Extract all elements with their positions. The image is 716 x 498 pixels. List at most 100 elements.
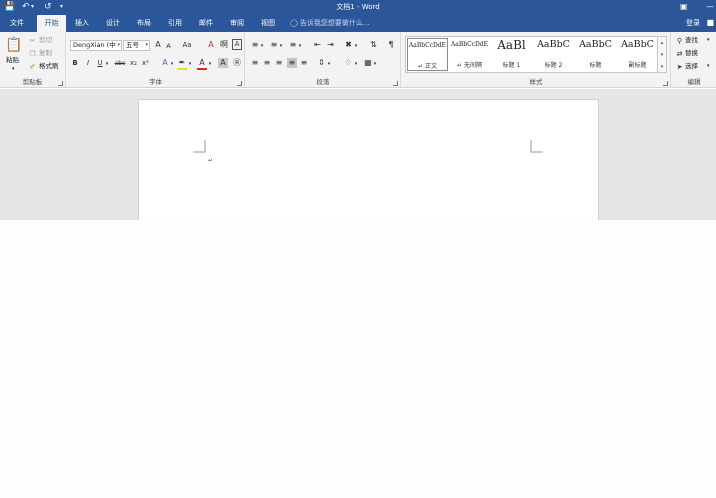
chevron-down-icon[interactable]: ▾ [208,59,212,69]
style-title[interactable]: AaBbC 标题 [575,38,616,71]
font-group-label: 字体 [149,78,162,86]
dialog-launcher-icon[interactable] [393,81,398,86]
change-case-icon[interactable]: Aa [180,40,194,50]
align-left-icon[interactable]: ≡ [250,58,260,68]
chevron-down-icon[interactable]: ▾ [170,59,174,69]
chevron-down-icon[interactable]: ▾ [105,59,109,69]
text-effects-icon[interactable]: A [160,58,170,68]
justify-icon[interactable]: ≡ [287,58,297,68]
chevron-down-icon[interactable]: ▾ [298,41,302,51]
format-painter-label: 格式刷 [39,62,59,70]
style-heading-2[interactable]: AaBbC 标题 2 [533,38,574,71]
blank-area [0,220,716,498]
chevron-down-icon: ▾ [707,63,710,69]
chevron-down-icon[interactable]: ▾ [354,59,358,69]
paste-button[interactable]: 📋 粘贴 ▾ [3,35,25,75]
increase-indent-icon[interactable]: ⇥ [325,40,336,50]
line-spacing-icon[interactable]: ⇕ [316,58,327,68]
tab-view[interactable]: 视图 [256,15,280,32]
highlighter-icon[interactable]: ✒ [177,58,187,70]
style-name: ↵ 无间隔 [457,62,482,69]
align-center-icon[interactable]: ≡ [262,58,272,68]
sort-icon[interactable]: ⇅ [368,40,379,50]
tell-me-text: 告诉我您想要做什么... [299,19,370,27]
chevron-down-icon[interactable]: ▾ [354,41,358,51]
editing-group-label: 编辑 [687,78,701,86]
italic-button[interactable]: I [84,58,92,68]
bold-button[interactable]: B [71,58,79,68]
tab-home[interactable]: 开始 [37,15,66,32]
show-hide-marks-icon[interactable]: ¶ [386,40,396,50]
tab-file[interactable]: 文件 [4,15,30,32]
shading-icon[interactable]: ♢ [343,58,354,68]
minimize-icon[interactable]: — [706,1,714,13]
document-page[interactable]: ↵ [138,99,599,220]
margin-corner-top-left [193,140,206,153]
copy-button[interactable]: ❐ 复制 [28,49,64,59]
replace-icon: ⇄ [676,50,683,58]
chevron-down-icon[interactable]: ▾ [279,41,283,51]
grow-font-icon[interactable]: A [153,40,163,50]
style-heading-1[interactable]: AaBl 标题 1 [491,38,532,71]
share-icon[interactable]: ■ [706,18,714,28]
style-no-spacing[interactable]: AaBbCcDdE ↵ 无间隔 [449,38,490,71]
phonetic-guide-icon[interactable]: 啊 [219,40,229,50]
paragraph-group: ≡ ▾ ≡ ▾ ≡ ▾ ⇤ ⇥ ✖ ▾ ⇅ ¶ ≡ ≡ ≡ ≡ ≡ ⇕ ▾ ♢ … [246,32,401,88]
editing-group: ⚲ 查找 ▾ ⇄ 替换 ➤ 选择 ▾ 编辑 [672,32,716,88]
decrease-indent-icon[interactable]: ⇤ [312,40,323,50]
select-button[interactable]: ➤ 选择 ▾ [675,62,715,72]
tab-review[interactable]: 审阅 [225,15,249,32]
replace-button[interactable]: ⇄ 替换 [675,49,715,59]
enclose-character-icon[interactable]: Ⓡ [232,58,242,68]
sign-in-link[interactable]: 登录 [686,15,700,32]
cut-button[interactable]: ✂ 剪切 [28,36,64,46]
dialog-launcher-icon[interactable] [237,81,242,86]
chevron-up-icon[interactable]: ▴ [658,37,666,49]
more-icon[interactable]: ▾ [658,61,666,73]
ribbon: 📋 粘贴 ▾ ✂ 剪切 ❐ 复制 ✐ 格式刷 剪贴板 DengXian (中▾ [0,32,716,88]
dialog-launcher-icon[interactable] [58,81,63,86]
chevron-down-icon: ▾ [117,42,120,48]
distributed-icon[interactable]: ≡ [299,58,309,68]
style-normal[interactable]: AaBbCcDdE ↵ 正文 [407,38,448,71]
superscript-button[interactable]: x² [141,58,150,68]
chevron-down-icon[interactable]: ▾ [373,59,377,69]
character-border-icon[interactable]: A [232,39,242,50]
clear-formatting-icon[interactable]: A [206,40,216,50]
character-shading-icon[interactable]: A [218,58,228,68]
style-name: 标题 2 [544,62,563,69]
tab-design[interactable]: 设计 [101,15,125,32]
multilevel-list-icon[interactable]: ≡ [288,40,298,50]
gallery-scroll[interactable]: ▴ ▾ ▾ [658,36,667,73]
shrink-font-icon[interactable]: A [164,41,173,51]
chinese-layout-icon[interactable]: ✖ [343,40,354,50]
ribbon-display-icon[interactable]: ▣ [680,1,688,13]
chevron-down-icon[interactable]: ▾ [658,49,666,61]
scissors-icon: ✂ [29,37,36,45]
font-size-select[interactable]: 五号 ▾ [123,40,150,51]
style-subtitle[interactable]: AaBbC 副标题 [617,38,658,71]
bullets-icon[interactable]: ≡ [250,40,260,50]
font-name-select[interactable]: DengXian (中 ▾ [70,40,122,51]
tab-references[interactable]: 引用 [163,15,187,32]
paragraph-group-label: 段落 [316,78,330,86]
borders-icon[interactable]: ▦ [363,58,373,68]
document-canvas: ↵ [0,89,716,220]
tab-insert[interactable]: 插入 [70,15,94,32]
chevron-down-icon[interactable]: ▾ [327,59,331,69]
numbering-icon[interactable]: ≡ [269,40,279,50]
subscript-button[interactable]: x₂ [129,58,138,68]
tab-layout[interactable]: 布局 [132,15,156,32]
dialog-launcher-icon[interactable] [663,81,668,86]
chevron-down-icon[interactable]: ▾ [188,59,192,69]
font-color-icon[interactable]: A [197,58,207,70]
strikethrough-button[interactable]: abc [114,59,126,69]
find-button[interactable]: ⚲ 查找 ▾ [675,36,715,46]
underline-button[interactable]: U [96,58,104,68]
tell-me-box[interactable]: ◯ 告诉我您想要做什么... [290,15,370,32]
format-painter-button[interactable]: ✐ 格式刷 [28,62,64,72]
tab-mailings[interactable]: 邮件 [194,15,218,32]
chevron-down-icon[interactable]: ▾ [260,41,264,51]
style-name: 副标题 [628,62,647,69]
align-right-icon[interactable]: ≡ [274,58,284,68]
